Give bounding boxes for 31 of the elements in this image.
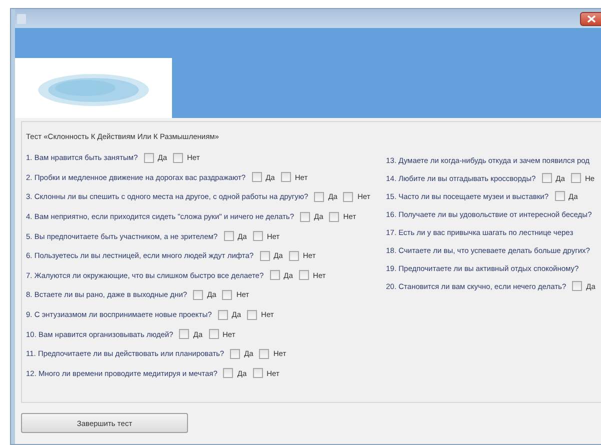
checkbox[interactable]	[193, 290, 204, 300]
checkbox[interactable]	[252, 172, 262, 182]
checkbox[interactable]	[343, 192, 354, 202]
checkbox[interactable]	[270, 270, 280, 280]
checkbox[interactable]	[288, 250, 299, 261]
checkbox[interactable]	[260, 250, 270, 261]
checkbox[interactable]	[223, 368, 234, 378]
checkbox[interactable]	[222, 290, 232, 300]
checkbox[interactable]	[572, 281, 582, 291]
checkbox[interactable]	[298, 270, 309, 280]
checkbox[interactable]	[208, 329, 218, 340]
checkbox[interactable]	[179, 329, 190, 340]
checkbox[interactable]	[542, 173, 552, 183]
checkbox[interactable]	[329, 212, 340, 222]
checkbox[interactable]	[247, 310, 258, 320]
checkbox[interactable]	[173, 152, 184, 163]
checkbox[interactable]	[252, 368, 263, 378]
checkbox[interactable]	[570, 173, 581, 183]
checkbox[interactable]	[554, 191, 565, 201]
checkbox[interactable]	[280, 172, 291, 182]
checkbox[interactable]	[314, 192, 324, 202]
app-icon	[17, 14, 26, 24]
checkbox[interactable]	[259, 348, 270, 359]
checkbox[interactable]	[300, 212, 310, 222]
close-icon	[586, 14, 596, 22]
checkbox[interactable]	[230, 348, 240, 359]
checkbox[interactable]	[144, 152, 154, 163]
checkbox[interactable]	[218, 310, 228, 320]
close-button[interactable]	[580, 12, 601, 26]
checkbox[interactable]	[224, 231, 234, 242]
checkbox[interactable]	[252, 231, 263, 242]
